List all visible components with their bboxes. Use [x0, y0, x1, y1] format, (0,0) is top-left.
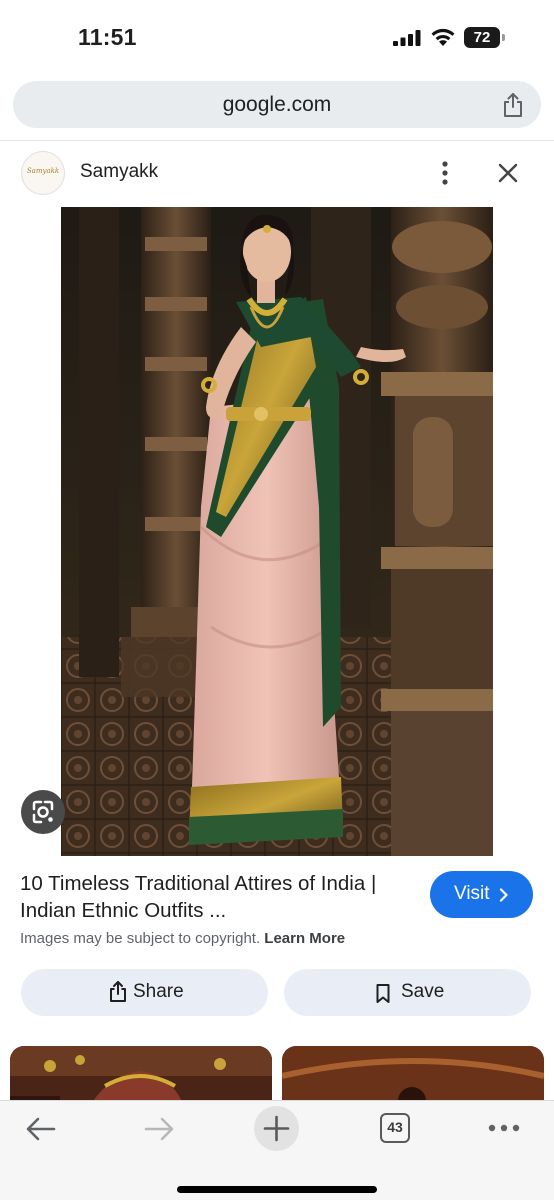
share-label: Share: [133, 981, 184, 1002]
result-image[interactable]: [61, 207, 493, 856]
cellular-signal-icon: [393, 30, 421, 46]
result-title-line-1[interactable]: 10 Timeless Traditional Attires of India…: [20, 870, 415, 897]
back-arrow-icon[interactable]: [24, 1115, 58, 1143]
result-title[interactable]: 10 Timeless Traditional Attires of India…: [20, 870, 415, 924]
status-bar: 11:51 72: [0, 0, 554, 74]
visit-button[interactable]: Visit: [430, 871, 533, 918]
source-name[interactable]: Samyakk: [80, 161, 158, 183]
source-header: Samyakk Samyakk: [0, 141, 554, 207]
save-label: Save: [401, 981, 445, 1002]
home-indicator: [177, 1186, 377, 1193]
close-icon[interactable]: [494, 159, 522, 187]
copyright-text: Images may be subject to copyright.: [20, 930, 261, 947]
browser-toolbar: 43: [0, 1100, 554, 1200]
status-time: 11:51: [78, 24, 137, 50]
battery-icon: 72: [464, 27, 506, 48]
forward-arrow-icon[interactable]: [142, 1115, 176, 1143]
tab-switcher-button[interactable]: 43: [380, 1113, 410, 1143]
battery-level: 72: [473, 29, 491, 46]
more-menu-icon[interactable]: [487, 1121, 521, 1135]
more-options-icon[interactable]: [435, 158, 455, 188]
wifi-icon: [431, 28, 455, 46]
share-icon: [110, 981, 126, 1002]
share-button[interactable]: Share: [21, 969, 268, 1016]
lens-search-button[interactable]: [21, 790, 65, 834]
lens-icon: [32, 800, 54, 824]
plus-icon: [263, 1115, 290, 1142]
result-title-line-2[interactable]: Indian Ethnic Outfits ...: [20, 897, 415, 924]
learn-more-link[interactable]: Learn More: [264, 930, 345, 947]
address-bar[interactable]: google.com: [13, 81, 541, 128]
copyright-notice: Images may be subject to copyright. Lear…: [20, 930, 345, 947]
source-logo[interactable]: Samyakk: [21, 151, 65, 195]
url-text[interactable]: google.com: [13, 81, 541, 128]
visit-label: Visit: [454, 883, 490, 904]
new-tab-button[interactable]: [254, 1106, 299, 1151]
chevron-right-icon: [499, 888, 508, 902]
bookmark-icon: [376, 984, 390, 1003]
share-icon[interactable]: [502, 92, 524, 118]
save-button[interactable]: Save: [284, 969, 531, 1016]
